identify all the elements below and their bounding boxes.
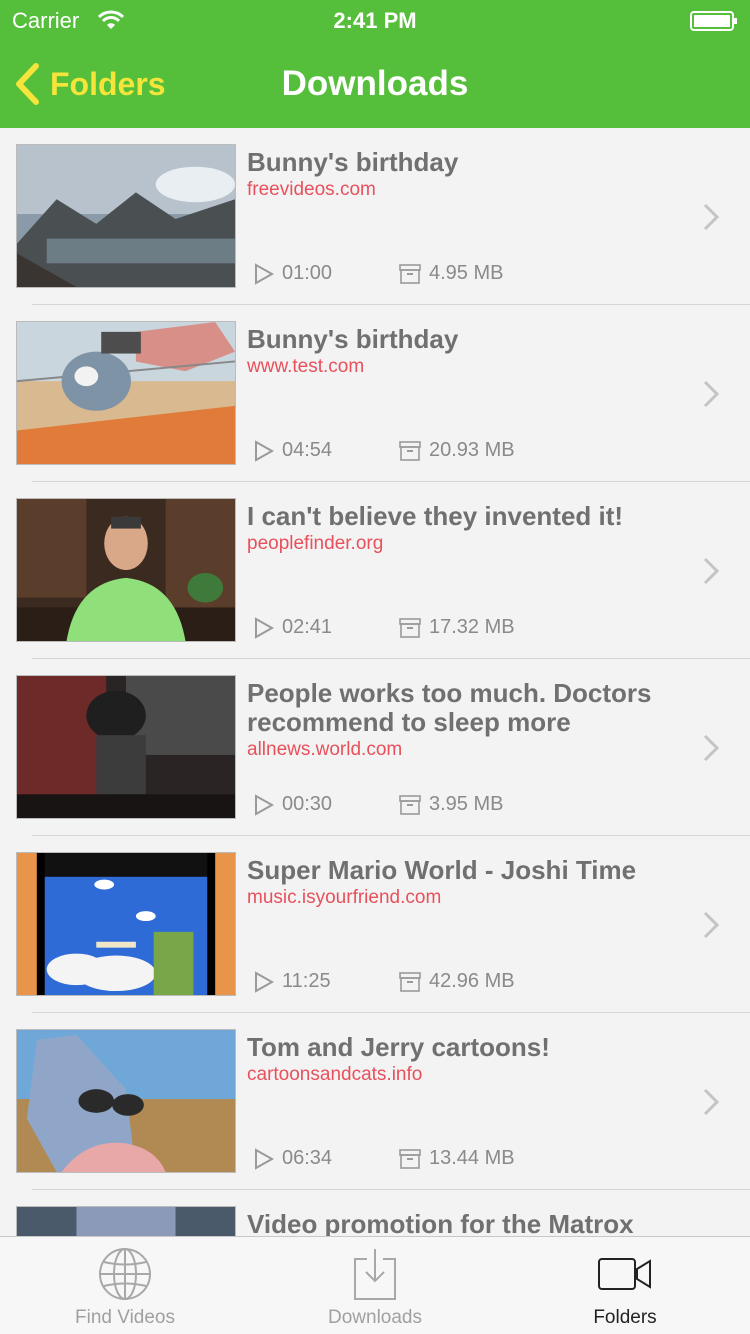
video-title: Super Mario World - Joshi Time bbox=[247, 855, 637, 885]
video-size: 42.96 MB bbox=[429, 970, 515, 992]
chevron-right-icon bbox=[703, 380, 720, 408]
page-title: Downloads bbox=[281, 64, 469, 103]
video-title: Video promotion for the Matrox bbox=[247, 1209, 634, 1237]
video-duration: 02:41 bbox=[282, 616, 333, 638]
video-source: peoplefinder.org bbox=[247, 533, 384, 554]
video-duration: 04:54 bbox=[282, 439, 333, 461]
tab-downloads-label: Downloads bbox=[328, 1307, 422, 1328]
video-thumbnail bbox=[16, 852, 236, 996]
video-thumbnail bbox=[16, 498, 236, 642]
video-thumbnail bbox=[16, 1206, 236, 1236]
video-row[interactable]: I can't believe they invented it! people… bbox=[0, 482, 750, 659]
archive-icon bbox=[399, 794, 421, 815]
video-title: People works too much. Doctors recommend… bbox=[247, 678, 652, 737]
video-size: 4.95 MB bbox=[429, 262, 504, 284]
tab-find-videos[interactable]: Find Videos bbox=[0, 1237, 250, 1334]
status-bar: Carrier 2:41 PM bbox=[0, 0, 750, 40]
tab-downloads[interactable]: Downloads bbox=[250, 1237, 500, 1334]
video-row[interactable]: People works too much. Doctors recommend… bbox=[0, 659, 750, 836]
video-row[interactable]: Bunny's birthday freevideos.com 01:00 4.… bbox=[0, 128, 750, 305]
video-duration: 01:00 bbox=[282, 262, 333, 284]
chevron-right-icon bbox=[703, 557, 720, 585]
video-camera-icon bbox=[598, 1258, 651, 1290]
video-source: www.test.com bbox=[247, 356, 365, 377]
tab-find-videos-label: Find Videos bbox=[75, 1307, 175, 1328]
video-title: Tom and Jerry cartoons! bbox=[247, 1032, 550, 1062]
video-row[interactable]: Video promotion for the Matrox bbox=[0, 1190, 750, 1236]
chevron-right-icon bbox=[703, 734, 720, 762]
video-source: allnews.world.com bbox=[247, 739, 403, 760]
downloads-list[interactable]: Bunny's birthday freevideos.com 01:00 4.… bbox=[0, 128, 750, 1236]
download-tray-icon bbox=[354, 1249, 396, 1300]
tab-folders[interactable]: Folders bbox=[500, 1237, 750, 1334]
video-duration: 11:25 bbox=[282, 970, 331, 992]
play-icon bbox=[255, 616, 274, 639]
tab-folders-label: Folders bbox=[593, 1307, 657, 1328]
video-row[interactable]: Super Mario World - Joshi Time music.isy… bbox=[0, 836, 750, 1013]
chevron-right-icon bbox=[703, 911, 720, 939]
navigation-header: Carrier 2:41 PM Folders Downloads bbox=[0, 0, 750, 128]
chevron-right-icon bbox=[703, 1088, 720, 1116]
play-icon bbox=[255, 970, 274, 993]
play-icon bbox=[255, 439, 274, 462]
video-size: 13.44 MB bbox=[429, 1147, 515, 1169]
archive-icon bbox=[399, 617, 421, 638]
play-icon bbox=[255, 262, 274, 285]
video-thumbnail bbox=[16, 144, 236, 288]
video-size: 20.93 MB bbox=[429, 439, 515, 461]
play-icon bbox=[255, 793, 274, 816]
video-title: Bunny's birthday bbox=[247, 324, 459, 354]
archive-icon bbox=[399, 1148, 421, 1169]
globe-icon bbox=[99, 1248, 151, 1300]
video-source: cartoonsandcats.info bbox=[247, 1064, 423, 1085]
chevron-right-icon bbox=[703, 203, 720, 231]
video-duration: 06:34 bbox=[282, 1147, 333, 1169]
video-size: 17.32 MB bbox=[429, 616, 515, 638]
archive-icon bbox=[399, 440, 421, 461]
video-thumbnail bbox=[16, 675, 236, 819]
video-size: 3.95 MB bbox=[429, 793, 504, 815]
video-source: music.isyourfriend.com bbox=[247, 887, 442, 908]
tab-bar: Find Videos Downloads Folders bbox=[0, 1236, 750, 1334]
video-duration: 00:30 bbox=[282, 793, 333, 815]
video-row[interactable]: Tom and Jerry cartoons! cartoonsandcats.… bbox=[0, 1013, 750, 1190]
video-title: Bunny's birthday bbox=[247, 147, 459, 177]
archive-icon bbox=[399, 263, 421, 284]
archive-icon bbox=[399, 971, 421, 992]
status-time: 2:41 PM bbox=[333, 8, 417, 33]
video-row[interactable]: Bunny's birthday www.test.com 04:54 20.9… bbox=[0, 305, 750, 482]
video-source: freevideos.com bbox=[247, 179, 376, 200]
video-thumbnail bbox=[16, 1029, 236, 1173]
video-title: I can't believe they invented it! bbox=[247, 501, 624, 531]
video-thumbnail bbox=[16, 321, 236, 465]
battery-icon bbox=[690, 11, 737, 31]
play-icon bbox=[255, 1147, 274, 1170]
